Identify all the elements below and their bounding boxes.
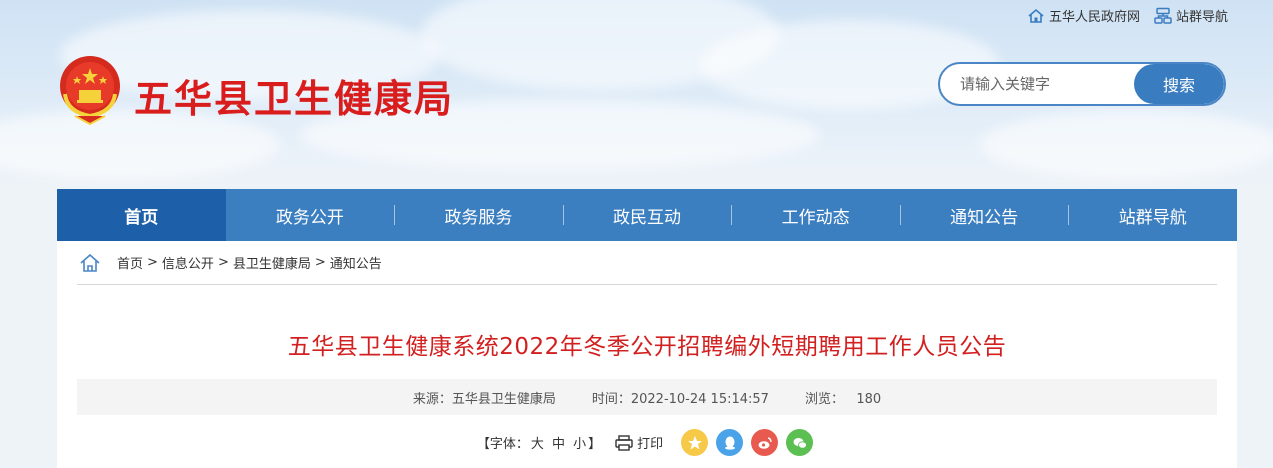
breadcrumb-separator: > [314, 255, 326, 270]
nav-item-gov-affairs[interactable]: 政务公开 [226, 189, 395, 241]
gov-site-label: 五华人民政府网 [1048, 10, 1140, 25]
breadcrumb: 首页 > 信息公开 > 县卫生健康局 > 通知公告 [77, 241, 1217, 285]
sitemap-icon [1154, 7, 1172, 24]
site-group-nav-label: 站群导航 [1175, 10, 1228, 25]
nav-item-home[interactable]: 首页 [57, 189, 226, 241]
gov-site-link[interactable]: 五华人民政府网 [1027, 6, 1140, 25]
breadcrumb-notices[interactable]: 通知公告 [330, 253, 382, 272]
print-button[interactable]: 打印 [615, 433, 663, 452]
search-input[interactable] [940, 64, 1136, 104]
font-medium-button[interactable]: 中 [552, 437, 565, 452]
search-button[interactable]: 搜索 [1134, 64, 1224, 104]
star-icon [687, 435, 702, 449]
site-title: 五华县卫生健康局 [134, 77, 455, 121]
nav-item-gov-services[interactable]: 政务服务 [394, 189, 563, 241]
article-source: 来源：五华县卫生健康局 [412, 391, 556, 407]
breadcrumb-health-bureau[interactable]: 县卫生健康局 [233, 253, 311, 272]
nav-item-notices[interactable]: 通知公告 [899, 189, 1069, 241]
article-tools: 【字体：大 中 小】 打印 [57, 429, 1237, 456]
breadcrumb-separator: > [217, 255, 229, 270]
printer-icon [615, 434, 633, 451]
qq-icon [724, 436, 735, 450]
article-time: 时间：2022-10-24 15:14:57 [591, 391, 769, 407]
search-box: 搜索 [938, 62, 1226, 106]
share-wechat-button[interactable] [786, 429, 814, 456]
share-qzone-button[interactable] [681, 429, 709, 456]
weibo-icon [758, 436, 772, 449]
breadcrumb-separator: > [147, 255, 158, 270]
share-weibo-button[interactable] [751, 429, 779, 456]
nav-item-interaction[interactable]: 政民互动 [562, 189, 732, 241]
cloud-decoration [980, 110, 1273, 180]
national-emblem-logo[interactable] [57, 54, 123, 126]
font-small-button[interactable]: 小 [573, 437, 586, 452]
print-label: 打印 [637, 437, 664, 452]
breadcrumb-home[interactable]: 首页 [117, 253, 143, 272]
article-views: 浏览： 180 [804, 391, 882, 407]
font-size-suffix: 】 [588, 437, 602, 452]
home-icon[interactable] [79, 253, 101, 273]
font-size-prefix: 【字体： [476, 437, 529, 452]
article-meta: 来源：五华县卫生健康局 时间：2022-10-24 15:14:57 浏览： 1… [77, 379, 1217, 415]
font-size-control: 【字体：大 中 小】 [477, 433, 601, 452]
nav-item-work-news[interactable]: 工作动态 [731, 189, 900, 241]
home-icon [1028, 8, 1044, 23]
site-group-nav-link[interactable]: 站群导航 [1154, 6, 1228, 25]
main-nav: 首页 政务公开 政务服务 政民互动 工作动态 通知公告 站群导航 [57, 189, 1237, 241]
breadcrumb-info-public[interactable]: 信息公开 [162, 253, 214, 272]
top-links: 五华人民政府网 站群导航 [1027, 6, 1228, 25]
header-banner: 五华人民政府网 站群导航 五华县卫生健康局 搜索 [0, 0, 1273, 190]
article-title: 五华县卫生健康系统2022年冬季公开招聘编外短期聘用工作人员公告 [287, 334, 1007, 360]
article-container: 首页 > 信息公开 > 县卫生健康局 > 通知公告 五华县卫生健康系统2022年… [57, 241, 1237, 468]
font-large-button[interactable]: 大 [531, 437, 544, 452]
wechat-icon [793, 437, 807, 449]
nav-item-site-group[interactable]: 站群导航 [1068, 189, 1237, 241]
share-qq-button[interactable] [716, 429, 744, 456]
